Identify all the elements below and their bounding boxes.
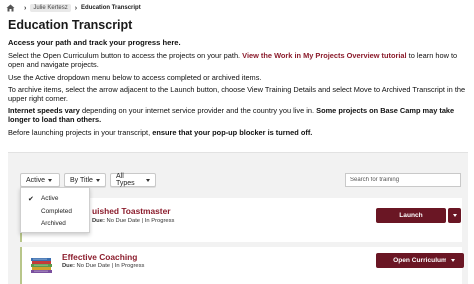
intro-text-span: Before launching projects in your transc… bbox=[8, 127, 151, 137]
training-item: Effective Coaching Due: No Due Date | In… bbox=[20, 247, 464, 284]
breadcrumb-separator-icon: › bbox=[24, 4, 27, 12]
chevron-down-icon bbox=[452, 214, 457, 217]
intro-bold-span: Internet speeds vary bbox=[8, 106, 80, 116]
intro-paragraph: Before launching projects in your transc… bbox=[8, 128, 470, 137]
check-icon: ✔ bbox=[28, 196, 34, 203]
status-dropdown-menu: ✔ Active Completed Archived bbox=[20, 187, 90, 233]
breadcrumb-current: Education Transcript bbox=[81, 5, 141, 11]
due-value: No Due Date bbox=[76, 263, 111, 269]
meta-separator: | bbox=[111, 263, 114, 269]
chevron-down-icon bbox=[95, 178, 100, 182]
status-value: In Progress bbox=[114, 263, 145, 269]
intro-bold-span: ensure that your pop-up blocker is turne… bbox=[152, 127, 313, 137]
search-input[interactable] bbox=[345, 173, 461, 187]
home-icon[interactable] bbox=[6, 4, 15, 12]
chevron-down-icon bbox=[146, 178, 150, 182]
intro-paragraph: Internet speeds vary depending on your i… bbox=[8, 106, 470, 124]
curriculum-options-button[interactable] bbox=[446, 253, 459, 268]
intro-text: Access your path and track your progress… bbox=[8, 38, 470, 137]
sort-label: By Title bbox=[70, 176, 93, 184]
launch-button[interactable]: Launch bbox=[376, 208, 446, 223]
item-meta: Due: No Due Date | In Progress bbox=[92, 218, 174, 224]
intro-paragraph: Select the Open Curriculum button to acc… bbox=[8, 51, 470, 69]
breadcrumb-user-link[interactable]: Julie Kertesz bbox=[30, 4, 71, 12]
status-filter-label: Active bbox=[26, 176, 46, 184]
launch-options-button[interactable] bbox=[448, 208, 461, 223]
type-filter-button[interactable]: All Types bbox=[110, 173, 156, 187]
intro-paragraph: To archive items, select the arrow adjac… bbox=[8, 84, 466, 104]
status-value: In Progress bbox=[144, 218, 175, 224]
chevron-down-icon bbox=[450, 259, 455, 262]
status-option-completed[interactable]: Completed bbox=[41, 208, 72, 215]
breadcrumb: › Julie Kertesz › Education Transcript bbox=[0, 0, 474, 16]
item-title[interactable]: uished Toastmaster bbox=[92, 206, 171, 216]
page-title: Education Transcript bbox=[8, 18, 133, 32]
sort-button[interactable]: By Title bbox=[64, 173, 106, 187]
chevron-down-icon bbox=[48, 178, 53, 182]
item-title[interactable]: Effective Coaching bbox=[62, 252, 137, 262]
status-filter-button[interactable]: Active bbox=[20, 173, 60, 187]
intro-lead: Access your path and track your progress… bbox=[8, 38, 181, 47]
due-label: Due: bbox=[62, 263, 75, 269]
meta-separator: | bbox=[141, 218, 144, 224]
item-meta: Due: No Due Date | In Progress bbox=[62, 263, 144, 269]
breadcrumb-separator-icon: › bbox=[74, 4, 78, 12]
type-filter-label: All Types bbox=[116, 173, 135, 187]
status-option-active[interactable]: Active bbox=[41, 195, 58, 202]
intro-paragraph: Use the Active dropdown menu below to ac… bbox=[8, 72, 262, 82]
book-stack-icon bbox=[31, 258, 52, 273]
due-label: Due: bbox=[92, 218, 105, 224]
intro-text-span: Select the Open Curriculum button to acc… bbox=[8, 51, 241, 61]
due-value: No Due Date bbox=[106, 218, 141, 224]
intro-text-span: depending on your internet service provi… bbox=[81, 106, 315, 116]
status-option-archived[interactable]: Archived bbox=[41, 220, 66, 227]
tutorial-link[interactable]: View the Work in My Projects Overview tu… bbox=[242, 51, 406, 60]
